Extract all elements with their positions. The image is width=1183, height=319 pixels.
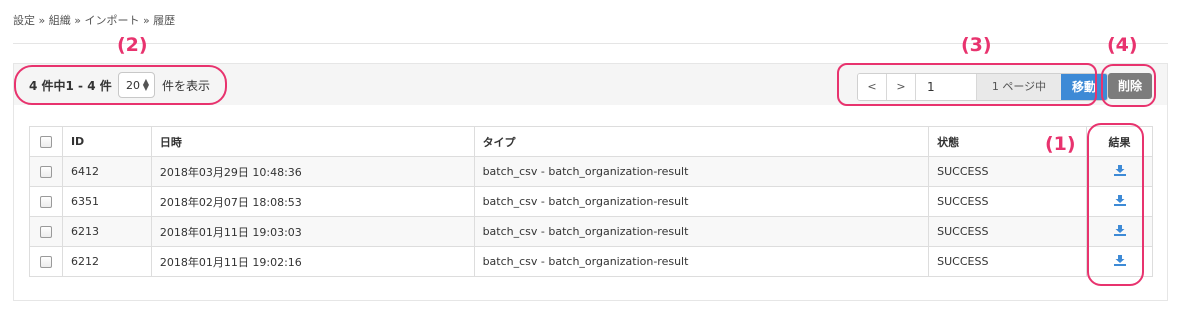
table-row: 6213 2018年01月11日 19:03:03 batch_csv - ba… [29,216,1153,247]
cell-type: batch_csv - batch_organization-result [473,246,930,277]
select-all-checkbox[interactable] [39,136,52,148]
cell-id: 6212 [61,246,152,277]
row-checkbox-cell [29,216,63,247]
annotation-label-2: (2) [117,34,148,56]
highlight-per-page [14,65,227,105]
cell-datetime: 2018年01月11日 19:03:03 [150,216,475,247]
history-table: ID 日時 タイプ 状態 結果 6412 2018年03月29日 10:48:3… [29,126,1153,277]
table-row: 6412 2018年03月29日 10:48:36 batch_csv - ba… [29,156,1153,187]
cell-id: 6351 [61,186,152,217]
cell-datetime: 2018年02月07日 18:08:53 [150,186,475,217]
history-panel: ID 日時 タイプ 状態 結果 6412 2018年03月29日 10:48:3… [13,105,1168,301]
cell-datetime: 2018年01月11日 19:02:16 [150,246,475,277]
cell-type: batch_csv - batch_organization-result [473,186,930,217]
header-id[interactable]: ID [61,126,152,157]
highlight-pagination [837,63,1097,106]
cell-type: batch_csv - batch_organization-result [473,156,930,187]
header-type[interactable]: タイプ [473,126,930,157]
row-checkbox[interactable] [39,196,52,208]
cell-status: SUCCESS [928,246,1087,277]
annotation-label-1: (1) [1045,133,1076,155]
annotation-label-3: (3) [961,34,992,56]
table-row: 6212 2018年01月11日 19:02:16 batch_csv - ba… [29,246,1153,277]
row-checkbox[interactable] [39,166,52,178]
cell-id: 6213 [61,216,152,247]
breadcrumb-divider [13,43,1168,44]
cell-id: 6412 [61,156,152,187]
row-checkbox[interactable] [39,226,52,238]
cell-status: SUCCESS [928,186,1087,217]
header-datetime[interactable]: 日時 [150,126,475,157]
cell-status: SUCCESS [928,156,1087,187]
table-header-row: ID 日時 タイプ 状態 結果 [29,126,1153,157]
row-checkbox[interactable] [39,256,52,268]
row-checkbox-cell [29,246,63,277]
highlight-result-column [1087,123,1144,286]
select-all-cell [29,126,63,157]
row-checkbox-cell [29,186,63,217]
table-row: 6351 2018年02月07日 18:08:53 batch_csv - ba… [29,186,1153,217]
cell-status: SUCCESS [928,216,1087,247]
row-checkbox-cell [29,156,63,187]
annotation-label-4: (4) [1107,34,1138,56]
highlight-delete [1101,64,1156,107]
cell-datetime: 2018年03月29日 10:48:36 [150,156,475,187]
cell-type: batch_csv - batch_organization-result [473,216,930,247]
breadcrumb: 設定 » 組織 » インポート » 履歴 [13,14,176,27]
